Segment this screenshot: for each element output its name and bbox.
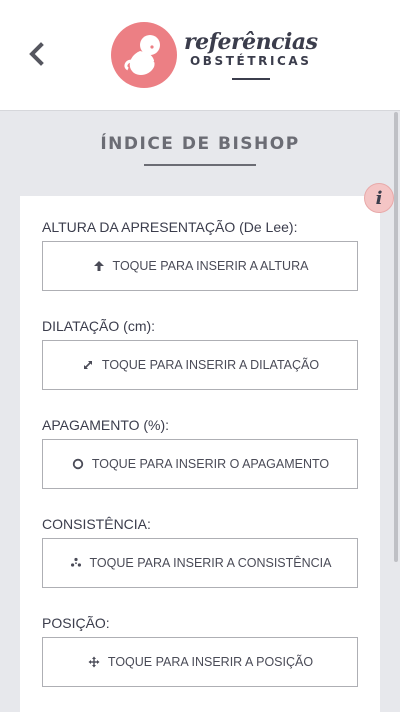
dilatacao-button-label: TOQUE PARA INSERIR A DILATAÇÃO bbox=[101, 358, 320, 372]
apagamento-label: APAGAMENTO (%): bbox=[42, 417, 170, 433]
altura-label: ALTURA DA APRESENTAÇÃO (De Lee): bbox=[42, 219, 298, 235]
consistencia-label: CONSISTÊNCIA: bbox=[42, 516, 151, 532]
chevron-left-icon bbox=[29, 42, 44, 66]
altura-button[interactable]: TOQUE PARA INSERIR A ALTURA bbox=[42, 241, 358, 291]
posicao-button[interactable]: TOQUE PARA INSERIR A POSIÇÃO bbox=[42, 637, 358, 687]
info-icon: i bbox=[375, 187, 383, 209]
logo-line1: referências bbox=[184, 29, 318, 55]
scrollbar[interactable] bbox=[394, 112, 398, 562]
dots-icon bbox=[69, 556, 83, 570]
apagamento-button-label: TOQUE PARA INSERIR O APAGAMENTO bbox=[91, 457, 330, 471]
consistencia-button-label: TOQUE PARA INSERIR A CONSISTÊNCIA bbox=[89, 556, 332, 570]
posicao-label: POSIÇÃO: bbox=[42, 615, 110, 631]
consistencia-button[interactable]: TOQUE PARA INSERIR A CONSISTÊNCIA bbox=[42, 538, 358, 588]
expand-icon bbox=[81, 358, 95, 372]
page-title: ÍNDICE DE BISHOP bbox=[100, 134, 300, 154]
dilatacao-button[interactable]: TOQUE PARA INSERIR A DILATAÇÃO bbox=[42, 340, 358, 390]
arrow-up-icon bbox=[92, 259, 106, 273]
circle-icon bbox=[71, 457, 85, 471]
info-button[interactable]: i bbox=[364, 183, 394, 213]
apagamento-button[interactable]: TOQUE PARA INSERIR O APAGAMENTO bbox=[42, 439, 358, 489]
title-underline bbox=[144, 164, 256, 166]
posicao-button-label: TOQUE PARA INSERIR A POSIÇÃO bbox=[107, 655, 314, 669]
back-button[interactable] bbox=[22, 38, 50, 70]
dilatacao-label: DILATAÇÃO (cm): bbox=[42, 318, 156, 334]
logo-line2: OBSTÉTRICAS bbox=[189, 54, 312, 68]
logo-text: referências OBSTÉTRICAS bbox=[184, 30, 318, 80]
altura-button-label: TOQUE PARA INSERIR A ALTURA bbox=[112, 259, 309, 273]
fetus-logo-icon bbox=[111, 22, 177, 88]
move-icon bbox=[87, 655, 101, 669]
app-header: referências OBSTÉTRICAS bbox=[0, 0, 400, 111]
logo-underline bbox=[231, 78, 270, 80]
logo: referências OBSTÉTRICAS bbox=[110, 22, 318, 88]
